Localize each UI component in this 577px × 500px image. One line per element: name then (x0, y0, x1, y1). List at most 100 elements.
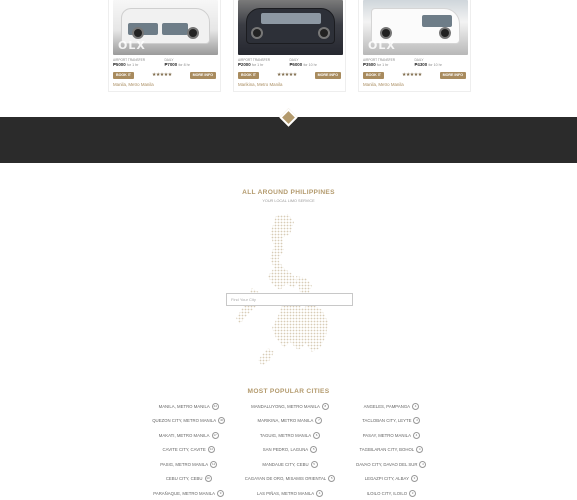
book-it-button[interactable]: BOOK IT (238, 72, 259, 79)
price-unit: for 1 hr (376, 63, 389, 67)
vehicle-photo[interactable]: OLX (363, 0, 468, 55)
vehicle-photo[interactable]: OLX (113, 0, 218, 55)
city-name: PARAÑAQUE, METRO MANILA (153, 490, 216, 496)
more-info-button[interactable]: MORE INFO (439, 72, 466, 79)
city-link[interactable]: TAGBILARAN CITY, BOHOL 4 (343, 446, 440, 454)
city-name: CAGAYAN DE ORO, MISAMIS ORIENTAL (244, 476, 327, 481)
vehicle-photo[interactable] (238, 0, 343, 55)
city-count-badge: 3 (409, 489, 417, 497)
price-unit: for 1 hr (126, 63, 139, 67)
listing-card[interactable]: AIRPORT TRANSFER ₱2000 for 1 hr DAILY ₱6… (233, 0, 346, 92)
city-name: SAN PEDRO, LAGUNA (262, 447, 309, 452)
city-link[interactable]: MAKATI, METRO MANILA 17 (140, 431, 237, 439)
city-link[interactable]: ANGELES, PAMPANGA 4 (343, 402, 440, 410)
van-wheel (187, 27, 199, 39)
city-link[interactable]: QUEZON CITY, METRO MANILA 40 (140, 417, 237, 425)
van-wheel (251, 27, 263, 39)
rating-stars: ★★★★★ (151, 72, 172, 78)
city-count-badge: 4 (419, 460, 427, 468)
more-info-button[interactable]: MORE INFO (314, 72, 341, 79)
city-link[interactable]: CAVITE CITY, CAVITE 14 (140, 446, 237, 454)
price-info: AIRPORT TRANSFER ₱5000 for 1 hr DAILY ₱7… (113, 58, 216, 68)
region-title: ALL AROUND PHILIPPINES (242, 189, 335, 196)
more-info-button[interactable]: MORE INFO (189, 72, 216, 79)
city-count-badge: 5 (310, 446, 318, 453)
city-count-badge: 17 (211, 431, 219, 439)
card-actions: BOOK IT ★★★★★ MORE INFO (363, 72, 466, 79)
city-name: MAKATI, METRO MANILA (158, 432, 210, 438)
olx-watermark: OLX (118, 39, 146, 52)
price-value: ₱4300 (414, 62, 428, 67)
city-link[interactable]: DAVAO CITY, DAVAO DEL SUR 4 (343, 460, 440, 468)
listing-location[interactable]: Marikina, Metro Manila (238, 82, 341, 87)
price-unit: for 10 hr (303, 63, 317, 67)
price-value: ₱2000 (238, 62, 251, 67)
city-name: LAS PIÑAS, METRO MANILA (256, 490, 315, 496)
price-info: AIRPORT TRANSFER ₱2000 for 1 hr DAILY ₱6… (238, 58, 341, 68)
price-value: ₱3500 (363, 62, 376, 67)
city-name: TAGBILARAN CITY, BOHOL (359, 447, 415, 452)
city-link[interactable]: ILOILO CITY, ILOILO 3 (343, 489, 440, 497)
city-count-badge: 5 (328, 475, 336, 482)
listing-location[interactable]: Manila, Metro Manila (113, 82, 216, 87)
city-name: ILOILO CITY, ILOILO (366, 490, 408, 496)
van-window (422, 15, 452, 27)
city-name: PASAY, METRO MANILA (362, 432, 411, 438)
city-name: MARIKINA, METRO MANILA (257, 418, 314, 423)
city-link[interactable]: MARIKINA, METRO MANILA 7 (241, 417, 338, 425)
price-value: ₱7000 (164, 62, 178, 67)
city-count-badge: 6 (313, 431, 321, 439)
price-value: ₱5000 (113, 62, 126, 67)
city-link[interactable]: PASAY, METRO MANILA 4 (343, 431, 440, 439)
city-link[interactable]: MANDAUE CITY, CEBU 5 (241, 460, 338, 468)
city-link[interactable]: LEGAZPI CITY, ALBAY 3 (343, 475, 440, 483)
city-name: PASIG, METRO MANILA (160, 461, 209, 467)
rating-stars: ★★★★★ (401, 72, 422, 78)
city-link[interactable]: TACLOBAN CITY, LEYTE 4 (343, 417, 440, 425)
city-count-badge: 40 (218, 417, 226, 424)
city-count-badge: 8 (321, 402, 329, 410)
city-link[interactable]: PARAÑAQUE, METRO MANILA 9 (140, 489, 237, 497)
van-window (261, 13, 321, 24)
city-link[interactable]: MANILA, METRO MANILA 44 (140, 402, 237, 410)
price-unit: for 8 hr (178, 63, 190, 67)
listing-location[interactable]: Manila, Metro Manila (363, 82, 466, 87)
listing-card[interactable]: OLX AIRPORT TRANSFER ₱3500 for 1 hr DAIL… (358, 0, 471, 92)
van-window (162, 23, 188, 35)
van-wheel (132, 27, 144, 39)
city-count-badge: 7 (315, 417, 323, 424)
city-link[interactable]: CAGAYAN DE ORO, MISAMIS ORIENTAL 5 (241, 475, 338, 483)
city-name: MANDAUE CITY, CEBU (262, 461, 309, 467)
city-count-badge: 3 (410, 475, 418, 482)
city-name: MANDALUYONG, METRO MANILA (251, 403, 320, 409)
listing-card[interactable]: OLX AIRPORT TRANSFER ₱5000 for 1 hr DAIL… (108, 0, 221, 92)
city-count-badge: 9 (217, 489, 225, 497)
city-count-badge: 12 (210, 460, 218, 468)
city-link[interactable]: LAS PIÑAS, METRO MANILA 4 (241, 489, 338, 497)
city-link[interactable]: CEBU CITY, CEBU 10 (140, 475, 237, 483)
city-link[interactable]: MANDALUYONG, METRO MANILA 8 (241, 402, 338, 410)
city-search-input[interactable] (226, 293, 353, 306)
popular-cities-list: MANILA, METRO MANILA 44 MANDALUYONG, METR… (140, 402, 440, 497)
city-count-badge: 44 (211, 402, 219, 410)
van-wheel (380, 27, 392, 39)
city-count-badge: 5 (310, 460, 318, 468)
city-link[interactable]: SAN PEDRO, LAGUNA 5 (241, 446, 338, 454)
city-link[interactable]: TAGUIG, METRO MANILA 6 (241, 431, 338, 439)
city-name: TACLOBAN CITY, LEYTE (362, 418, 412, 423)
city-count-badge: 4 (316, 489, 324, 497)
book-it-button[interactable]: BOOK IT (113, 72, 134, 79)
city-name: TAGUIG, METRO MANILA (259, 432, 312, 438)
city-count-badge: 10 (204, 475, 212, 482)
price-unit: for 10 hr (428, 63, 442, 67)
van-wheel (318, 27, 330, 39)
city-count-badge: 14 (207, 446, 215, 453)
city-count-badge: 4 (413, 417, 421, 424)
city-name: QUEZON CITY, METRO MANILA (152, 418, 217, 423)
city-count-badge: 4 (412, 431, 420, 439)
price-info: AIRPORT TRANSFER ₱3500 for 1 hr DAILY ₱4… (363, 58, 466, 68)
city-link[interactable]: PASIG, METRO MANILA 12 (140, 460, 237, 468)
price-unit: for 1 hr (251, 63, 264, 67)
book-it-button[interactable]: BOOK IT (363, 72, 384, 79)
region-subtitle: YOUR LOCAL LIMO SERVICE (262, 199, 315, 203)
